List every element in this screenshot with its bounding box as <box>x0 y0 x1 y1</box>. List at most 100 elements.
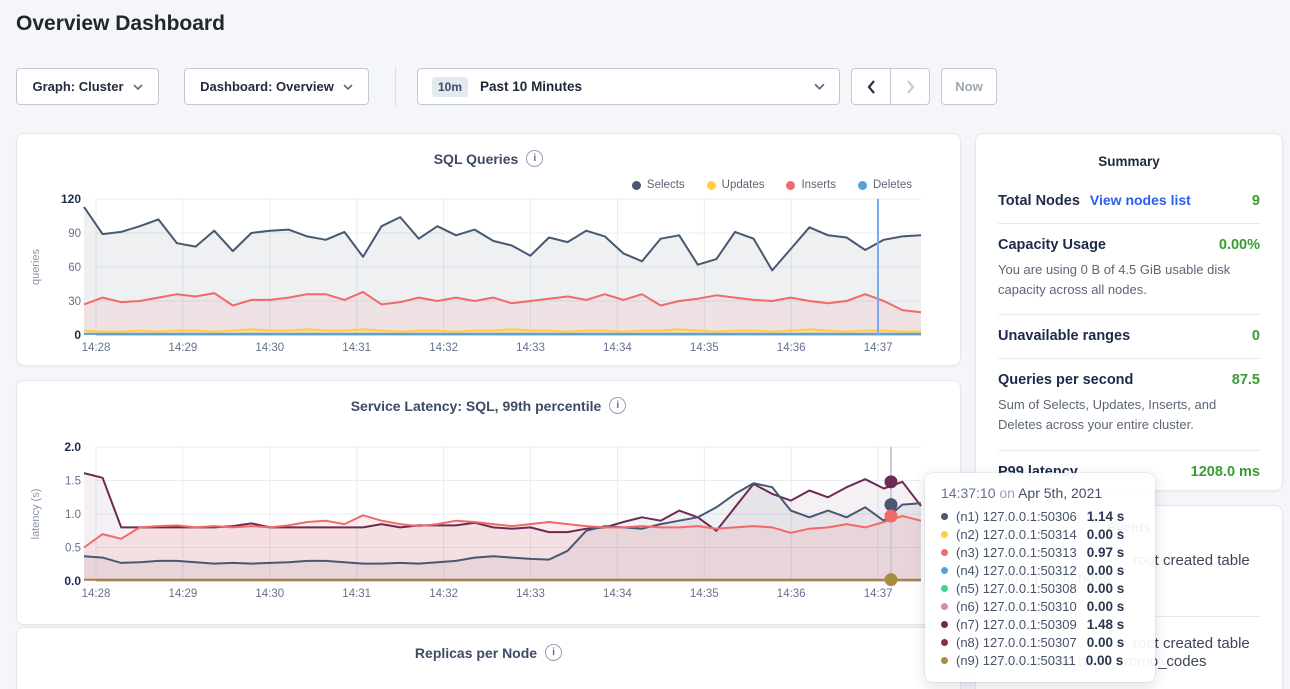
svg-text:120: 120 <box>61 192 81 206</box>
svg-text:90: 90 <box>68 228 81 240</box>
summary-rows: Total Nodes View nodes list 9 Capacity Usag… <box>998 179 1260 494</box>
summary-label: Unavailable ranges <box>998 328 1130 344</box>
tooltip-node-row: (n8) 127.0.0.1:503070.00 s <box>941 633 1139 651</box>
tooltip-node-value: 0.00 s <box>1087 527 1125 542</box>
svg-text:14:30: 14:30 <box>255 588 284 600</box>
svg-text:14:28: 14:28 <box>82 342 111 354</box>
graph-selector-button[interactable]: Graph: Cluster <box>16 68 159 105</box>
tooltip-node-address: (n2) 127.0.0.1:50314 <box>956 527 1077 542</box>
summary-value: 87.5 <box>1232 372 1260 388</box>
time-range-label: Past 10 Minutes <box>480 79 582 94</box>
tooltip-node-address: (n9) 127.0.0.1:50311 <box>956 653 1076 668</box>
summary-value: 1208.0 ms <box>1191 464 1260 480</box>
overview-dashboard-page: Overview Dashboard Graph: Cluster Dashbo… <box>0 0 1290 689</box>
summary-row-unavailable-ranges: Unavailable ranges 0 <box>998 314 1260 358</box>
svg-text:14:32: 14:32 <box>429 588 458 600</box>
svg-text:0: 0 <box>74 328 81 342</box>
tooltip-node-value: 1.14 s <box>1087 509 1125 524</box>
svg-text:14:34: 14:34 <box>603 588 632 600</box>
tooltip-node-value: 0.00 s <box>1087 581 1125 596</box>
svg-text:0.5: 0.5 <box>65 543 81 555</box>
svg-text:queries: queries <box>30 248 42 285</box>
tooltip-node-value: 0.00 s <box>1087 599 1125 614</box>
summary-value: 0 <box>1252 328 1260 344</box>
replicas-chart-title: Replicas per Node <box>415 645 537 661</box>
svg-text:30: 30 <box>68 296 81 308</box>
svg-text:latency (s): latency (s) <box>30 489 42 540</box>
tooltip-date: Apr 5th, 2021 <box>1018 485 1102 501</box>
svg-text:14:37: 14:37 <box>864 342 893 354</box>
svg-text:14:35: 14:35 <box>690 342 719 354</box>
tooltip-node-address: (n8) 127.0.0.1:50307 <box>956 635 1077 650</box>
tooltip-node-row: (n9) 127.0.0.1:50311 0.00 s <box>941 651 1139 669</box>
svg-text:14:31: 14:31 <box>342 588 371 600</box>
summary-row-total-nodes: Total Nodes View nodes list 9 <box>998 179 1260 223</box>
svg-text:14:36: 14:36 <box>777 588 806 600</box>
tooltip-node-row: (n6) 127.0.0.1:50310 0.00 s <box>941 597 1139 615</box>
summary-value: 9 <box>1252 193 1260 209</box>
controls-divider <box>395 66 396 107</box>
svg-text:0.0: 0.0 <box>64 574 81 588</box>
chevron-down-icon <box>814 83 825 90</box>
svg-text:14:34: 14:34 <box>603 342 632 354</box>
prev-interval-button[interactable] <box>851 68 891 105</box>
svg-text:14:33: 14:33 <box>516 342 545 354</box>
service-latency-chart[interactable]: 0.00.51.01.52.014:2814:2914:3014:3114:32… <box>17 381 962 626</box>
graph-selector-label: Graph: Cluster <box>32 79 123 94</box>
page-title: Overview Dashboard <box>16 12 225 36</box>
chevron-left-icon <box>867 80 876 94</box>
svg-text:14:31: 14:31 <box>342 342 371 354</box>
svg-text:14:30: 14:30 <box>255 342 284 354</box>
tooltip-node-row: (n4) 127.0.0.1:50312 0.00 s <box>941 561 1139 579</box>
dashboard-selector-button[interactable]: Dashboard: Overview <box>184 68 369 105</box>
tooltip-node-row: (n1) 127.0.0.1:50306 1.14 s <box>941 507 1139 525</box>
dashboard-selector-label: Dashboard: Overview <box>200 79 334 94</box>
node-dot-icon <box>941 585 948 592</box>
tooltip-node-row: (n3) 127.0.0.1:50313 0.97 s <box>941 543 1139 561</box>
tooltip-node-address: (n3) 127.0.0.1:50313 <box>956 545 1077 560</box>
tooltip-node-address: (n6) 127.0.0.1:50310 <box>956 599 1077 614</box>
time-range-badge: 10m <box>432 77 468 97</box>
summary-row-capacity-usage: Capacity Usage0.00%You are using 0 B of … <box>998 223 1260 314</box>
latency-tooltip: 14:37:10 on Apr 5th, 2021 (n1) 127.0.0.1… <box>925 473 1155 682</box>
node-dot-icon <box>941 513 948 520</box>
tooltip-header: 14:37:10 on Apr 5th, 2021 <box>941 485 1139 501</box>
sql-queries-card: SQL Queries i SelectsUpdatesInsertsDelet… <box>16 133 961 366</box>
node-dot-icon <box>941 639 948 646</box>
tooltip-node-value: 0.00 s <box>1086 653 1124 668</box>
tooltip-node-row: (n7) 127.0.0.1:50309 1.48 s <box>941 615 1139 633</box>
info-icon[interactable]: i <box>545 644 562 661</box>
node-dot-icon <box>941 549 948 556</box>
sql-queries-chart[interactable]: 030609012014:2814:2914:3014:3114:3214:33… <box>17 134 962 367</box>
chevron-down-icon <box>133 84 143 90</box>
node-dot-icon <box>941 567 948 574</box>
svg-text:60: 60 <box>68 262 81 274</box>
chevron-right-icon <box>906 80 915 94</box>
tooltip-node-value: 0.97 s <box>1087 545 1125 560</box>
svg-text:14:29: 14:29 <box>169 588 198 600</box>
summary-panel: Summary Total NodesView nodes list9Capac… <box>975 133 1283 491</box>
node-dot-icon <box>941 603 948 610</box>
summary-label: Total Nodes <box>998 193 1080 209</box>
tooltip-node-address: (n7) 127.0.0.1:50309 <box>956 617 1077 632</box>
tooltip-node-value: 1.48 s <box>1087 617 1125 632</box>
svg-text:2.0: 2.0 <box>64 440 81 454</box>
tooltip-time: 14:37:10 <box>941 485 996 501</box>
time-range-picker[interactable]: 10m Past 10 Minutes <box>417 68 840 105</box>
next-interval-button[interactable] <box>890 68 930 105</box>
summary-label: Capacity Usage <box>998 237 1106 253</box>
view-nodes-list-link[interactable]: View nodes list <box>1090 192 1191 208</box>
summary-label: Queries per second <box>998 372 1133 388</box>
node-dot-icon <box>941 531 948 538</box>
summary-row-queries-per-second: Queries per second87.5Sum of Selects, Up… <box>998 358 1260 449</box>
tooltip-node-rows: (n1) 127.0.0.1:503061.14 s(n2) 127.0.0.1… <box>941 507 1139 669</box>
tooltip-node-address: (n4) 127.0.0.1:50312 <box>956 563 1077 578</box>
svg-text:14:37: 14:37 <box>864 588 893 600</box>
svg-text:1.0: 1.0 <box>65 509 81 521</box>
svg-text:14:29: 14:29 <box>169 342 198 354</box>
now-button[interactable]: Now <box>941 68 997 105</box>
tooltip-node-value: 0.00 s <box>1087 563 1125 578</box>
tooltip-node-row: (n2) 127.0.0.1:50314 0.00 s <box>941 525 1139 543</box>
tooltip-node-address: (n1) 127.0.0.1:50306 <box>956 509 1077 524</box>
chevron-down-icon <box>343 84 353 90</box>
